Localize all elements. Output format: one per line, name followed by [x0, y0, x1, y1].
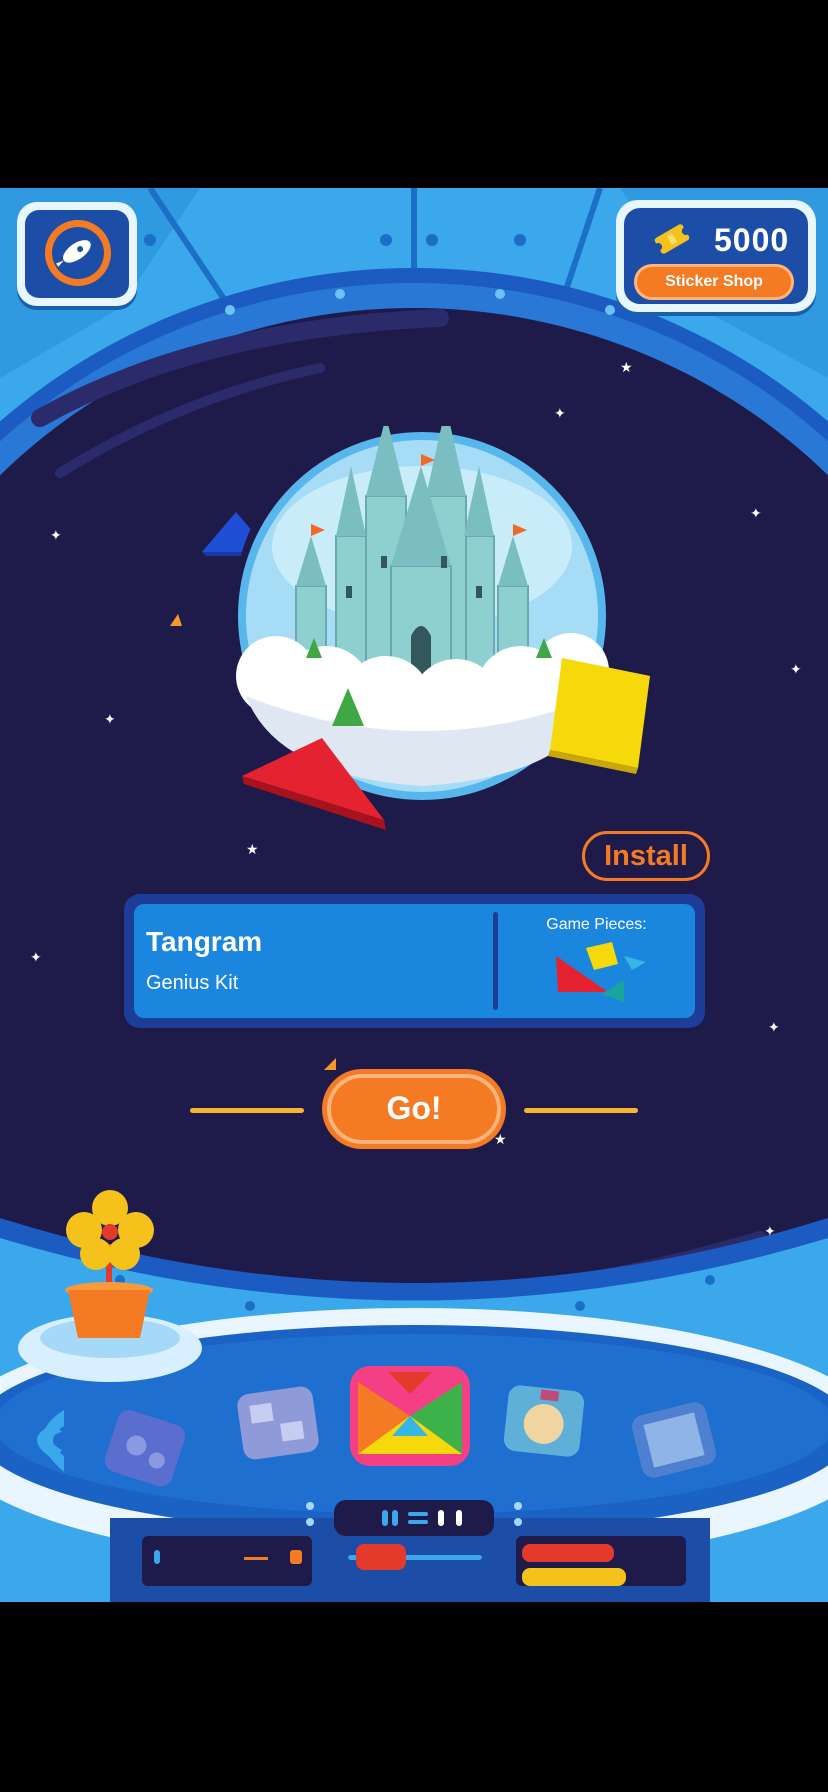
star-2: ✦: [554, 405, 566, 421]
star-11: ★: [494, 1131, 507, 1147]
flower-pot-decoration: [65, 1190, 154, 1338]
game-info-card: Tangram Genius Kit Game Pieces:: [124, 894, 705, 1028]
go-button[interactable]: Go!: [327, 1074, 501, 1144]
profile-button[interactable]: [17, 202, 137, 306]
ticket-icon: [654, 224, 690, 254]
masterpiece-game-icon[interactable]: [624, 1400, 724, 1480]
star-8: ★: [246, 841, 259, 857]
sticker-shop-frame: 5000 Sticker Shop: [624, 208, 808, 304]
star-10: ✦: [768, 1019, 780, 1035]
star-12: ✦: [764, 1223, 776, 1239]
star-3: ✦: [750, 505, 762, 521]
star-4: ✦: [50, 527, 62, 543]
game-title: Tangram: [146, 926, 263, 957]
tangram-game-icon[interactable]: [348, 1364, 472, 1468]
tangram-pieces-icon: [556, 942, 646, 1002]
rocket-badge-inner: [52, 227, 104, 279]
numbers-game-icon[interactable]: [96, 1408, 192, 1488]
back-arrow-icon[interactable]: [20, 1406, 70, 1476]
rocket-icon: [53, 240, 91, 273]
pizza-game-icon[interactable]: [498, 1382, 590, 1460]
go-line-right: [524, 1108, 638, 1113]
star-1: ★: [620, 359, 633, 375]
game-screen: ★ ✦ ✦ ✦ ✦ ✦ ✦ ★ ✦ ✦ ★ ✦ ✦: [0, 0, 828, 1792]
red-triangle-piece: [242, 738, 386, 830]
coin-count: 5000: [714, 222, 790, 258]
star-6: ✦: [790, 661, 802, 677]
profile-button-frame: [25, 210, 129, 298]
words-game-icon[interactable]: [232, 1384, 324, 1462]
orange-spark: [170, 614, 182, 626]
go-line-left: [190, 1108, 304, 1113]
star-9: ✦: [30, 949, 42, 965]
spaceship-scene: ★ ✦ ✦ ✦ ✦ ✦ ✦ ★ ✦ ✦ ★ ✦ ✦: [0, 188, 828, 1602]
install-button[interactable]: Install: [582, 831, 710, 881]
orange-spark-small: [324, 1058, 336, 1070]
game-subtitle: Genius Kit: [146, 972, 239, 994]
game-info-face: Tangram Genius Kit Game Pieces:: [134, 904, 695, 1018]
star-7: ✦: [104, 711, 116, 727]
yellow-square-piece: [548, 658, 650, 774]
sticker-shop-button[interactable]: Sticker Shop: [634, 264, 794, 300]
sticker-shop-panel: 5000 Sticker Shop: [616, 200, 816, 312]
rocket-badge: [45, 220, 111, 286]
game-pieces-label: Game Pieces:: [546, 916, 647, 933]
